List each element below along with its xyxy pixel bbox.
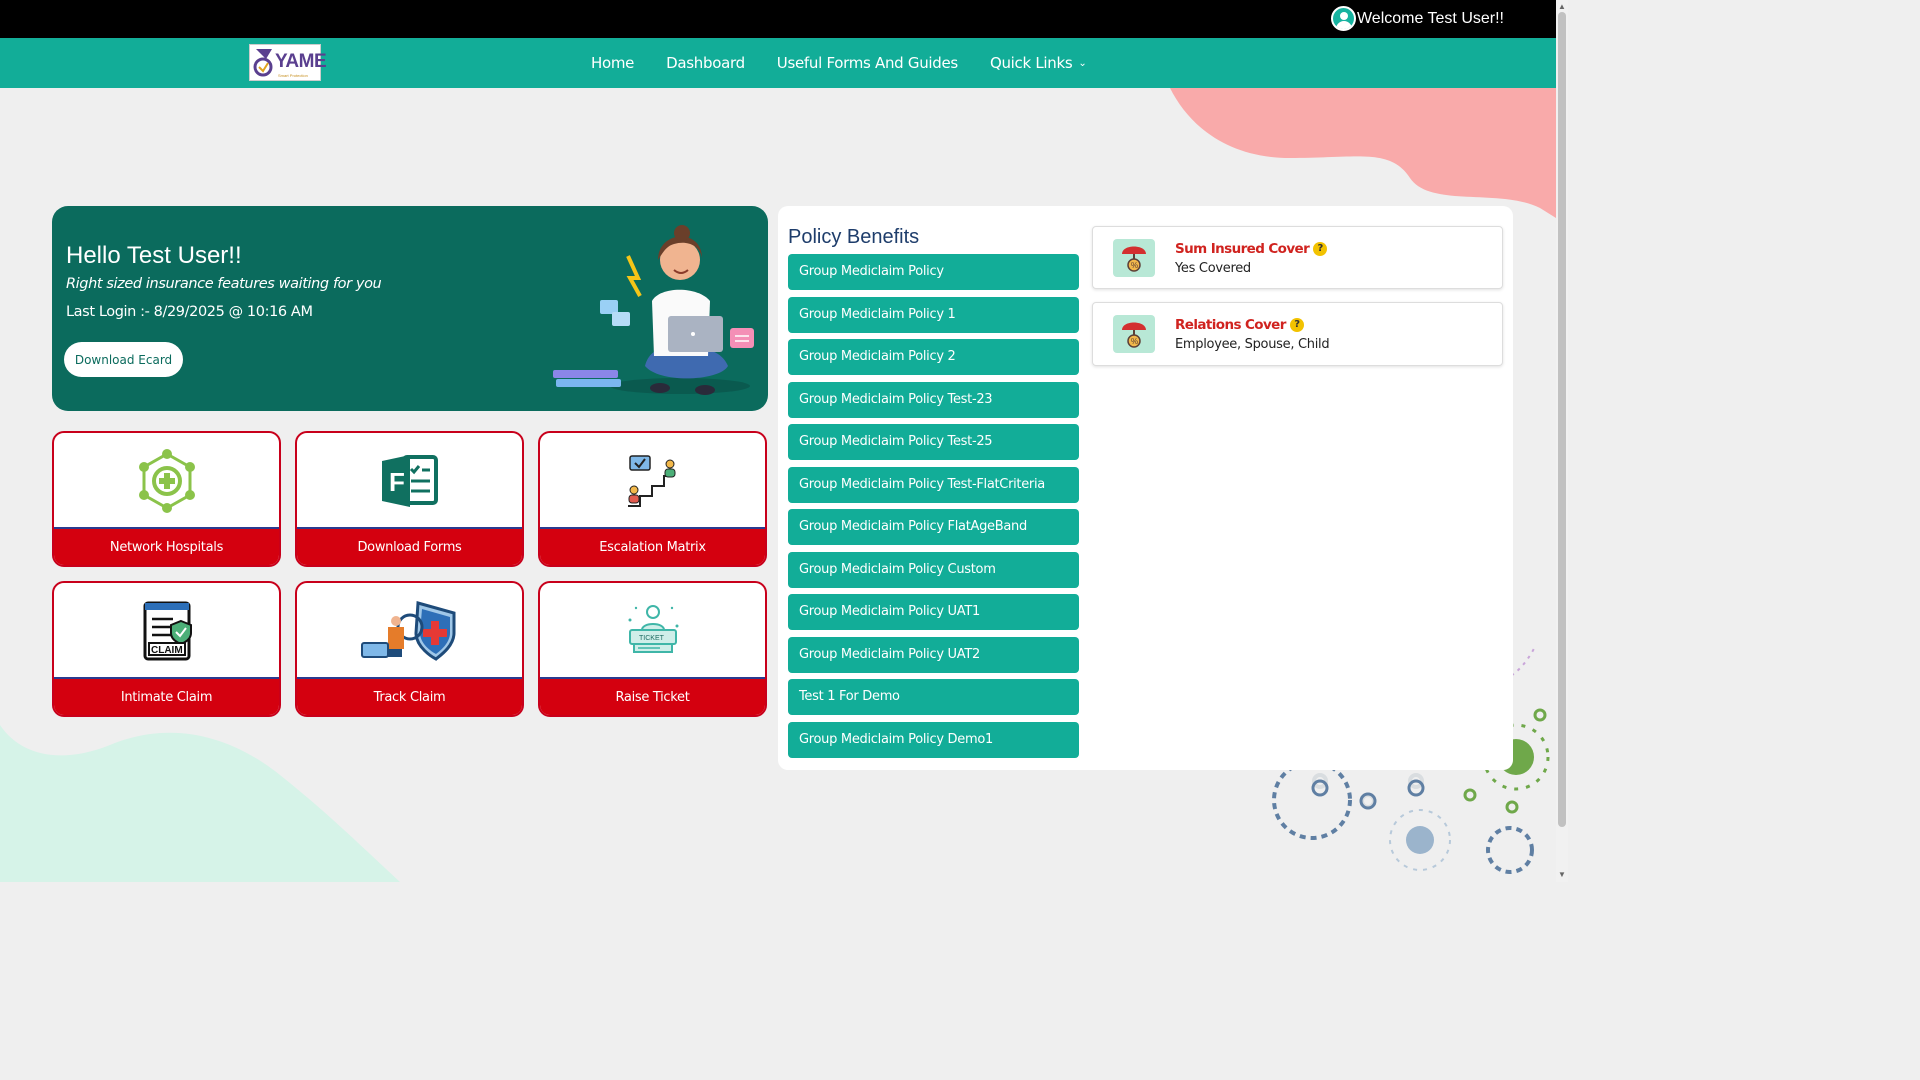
logo-mark-icon <box>253 49 273 77</box>
policy-benefits-title: Policy Benefits <box>788 226 920 248</box>
cover-value: Yes Covered <box>1175 261 1251 276</box>
cover-card-relations: % Relations Cover? Employee, Spouse, Chi… <box>1092 302 1503 366</box>
cover-title: Sum Insured Cover? <box>1175 241 1328 257</box>
hero-greeting: Hello Test User!! <box>66 242 242 269</box>
nav-quick-links-label: Quick Links <box>989 54 1073 72</box>
tile-label: Network Hospitals <box>54 527 279 565</box>
policy-item[interactable]: Group Mediclaim Policy Test-25 <box>788 424 1079 460</box>
user-avatar-icon[interactable] <box>1331 6 1356 31</box>
help-icon[interactable]: ? <box>1313 242 1328 256</box>
tile-raise-ticket[interactable]: TICKET Raise Ticket <box>538 581 767 717</box>
nav-dashboard[interactable]: Dashboard <box>666 54 745 72</box>
policy-item[interactable]: Group Mediclaim Policy UAT1 <box>788 594 1079 630</box>
cover-title-text: Relations Cover <box>1175 317 1286 333</box>
tile-label: Intimate Claim <box>54 677 279 715</box>
track-claim-icon <box>297 583 522 679</box>
cover-card-sum-insured: % Sum Insured Cover? Yes Covered <box>1092 226 1503 289</box>
scroll-up-icon[interactable]: ▲ <box>1558 2 1566 11</box>
svg-text:F: F <box>389 467 405 497</box>
welcome-text: Welcome Test User!! <box>1356 10 1504 27</box>
top-bar: Welcome Test User!! <box>0 0 1556 38</box>
policy-benefits-card: Policy Benefits Group Mediclaim Policy G… <box>778 206 1513 770</box>
policy-item[interactable]: Group Mediclaim Policy <box>788 254 1079 290</box>
policy-item[interactable]: Group Mediclaim Policy 2 <box>788 339 1079 375</box>
nav-menu: Home Dashboard Useful Forms And Guides Q… <box>591 54 1087 72</box>
umbrella-money-icon: % <box>1113 239 1155 277</box>
claim-document-icon: CLAIM <box>54 583 279 679</box>
cover-title-text: Sum Insured Cover <box>1175 241 1310 257</box>
nav-quick-links[interactable]: Quick Links ⌄ <box>990 54 1087 72</box>
policy-item[interactable]: Group Mediclaim Policy Test-FlatCriteria <box>788 467 1079 503</box>
network-hospitals-icon <box>54 433 279 529</box>
umbrella-money-icon: % <box>1113 315 1155 353</box>
policy-item[interactable]: Group Mediclaim Policy Demo1 <box>788 722 1079 758</box>
tile-label: Track Claim <box>297 677 522 715</box>
tile-escalation-matrix[interactable]: Escalation Matrix <box>538 431 767 567</box>
cover-value: Employee, Spouse, Child <box>1175 337 1330 352</box>
page-scrollbar[interactable]: ▲ ▼ <box>1556 0 1568 882</box>
chevron-down-icon: ⌄ <box>1078 58 1087 69</box>
tile-label: Escalation Matrix <box>540 527 765 565</box>
nav-useful-forms[interactable]: Useful Forms And Guides <box>777 54 958 72</box>
tile-label: Download Forms <box>297 527 522 565</box>
main-nav: YAME Smart Protection Home Dashboard Use… <box>0 38 1556 88</box>
svg-text:TICKET: TICKET <box>639 635 665 642</box>
tile-network-hospitals[interactable]: Network Hospitals <box>52 431 281 567</box>
policy-item[interactable]: Group Mediclaim Policy Test-23 <box>788 382 1079 418</box>
download-ecard-button[interactable]: Download Ecard <box>64 342 183 377</box>
scrollbar-thumb[interactable] <box>1558 12 1566 827</box>
brand-logo[interactable]: YAME Smart Protection <box>249 44 327 81</box>
cover-title: Relations Cover? <box>1175 317 1304 333</box>
logo-word: YAME <box>275 51 327 72</box>
nav-home[interactable]: Home <box>591 54 634 72</box>
svg-text:CLAIM: CLAIM <box>151 645 183 656</box>
help-icon[interactable]: ? <box>1289 318 1304 332</box>
policy-item[interactable]: Group Mediclaim Policy Custom <box>788 552 1079 588</box>
hero-subtitle: Right sized insurance features waiting f… <box>66 276 382 292</box>
policy-item[interactable]: Group Mediclaim Policy FlatAgeBand <box>788 509 1079 545</box>
tile-label: Raise Ticket <box>540 677 765 715</box>
tile-track-claim[interactable]: Track Claim <box>295 581 524 717</box>
last-login: Last Login :- 8/29/2025 @ 10:16 AM <box>66 304 313 320</box>
escalation-icon <box>540 433 765 529</box>
tile-intimate-claim[interactable]: CLAIM Intimate Claim <box>52 581 281 717</box>
policy-item[interactable]: Group Mediclaim Policy UAT2 <box>788 637 1079 673</box>
woman-with-laptop-illustration <box>553 225 754 395</box>
policy-item[interactable]: Test 1 For Demo <box>788 679 1079 715</box>
tile-download-forms[interactable]: F Download Forms <box>295 431 524 567</box>
policy-item[interactable]: Group Mediclaim Policy 1 <box>788 297 1079 333</box>
forms-icon: F <box>297 433 522 529</box>
scroll-down-icon[interactable]: ▼ <box>1558 870 1566 879</box>
svg-text:%: % <box>1131 337 1138 346</box>
mint-blob-decoration <box>0 725 400 882</box>
hero-banner: Hello Test User!! Right sized insurance … <box>52 206 768 411</box>
logo-tagline: Smart Protection <box>278 73 308 78</box>
ticket-icon: TICKET <box>540 583 765 679</box>
svg-text:%: % <box>1131 261 1138 270</box>
